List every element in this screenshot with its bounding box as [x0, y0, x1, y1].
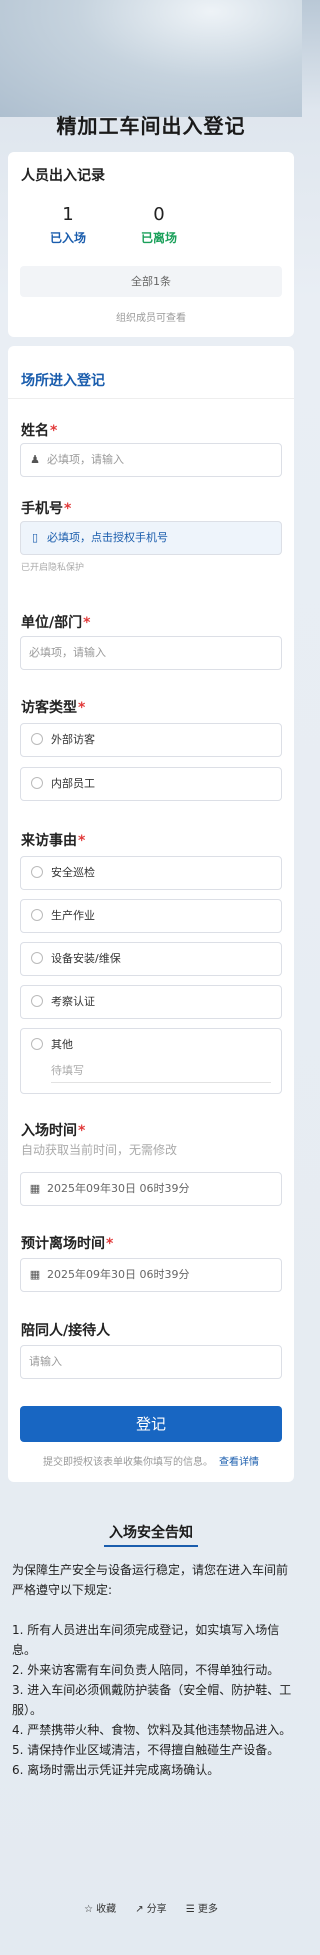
notice-paragraph: 为保障生产安全与设备运行稳定，请您在进入车间前严格遵守以下规定: — [12, 1563, 289, 1597]
visitor-type-option[interactable]: 外部访客 — [20, 723, 282, 757]
entry-time-hint: 自动获取当前时间，无需修改 — [21, 1143, 178, 1157]
radio-icon — [31, 952, 43, 964]
notice-rule: 4. 严禁携带火种、食物、饮料及其他违禁物品进入。 — [12, 1723, 292, 1737]
footer-bar: ☆ 收藏 ↗ 分享 ☰ 更多 — [0, 1895, 302, 1925]
reason-option[interactable]: 安全巡检 — [20, 856, 282, 890]
calendar-icon: ▦ — [29, 1268, 41, 1281]
phone-icon: ▯ — [31, 531, 39, 544]
entry-time-field[interactable]: ▦ 2025年09年30日 06时39分 — [20, 1172, 282, 1206]
left-stat[interactable]: 0 已离场 — [129, 204, 189, 246]
records-title: 人员出入记录 — [21, 168, 105, 184]
star-icon: ☆ — [84, 1904, 94, 1915]
left-label: 已离场 — [140, 231, 177, 245]
favorite-button[interactable]: ☆ 收藏 — [84, 1904, 116, 1915]
reason-option[interactable]: 生产作业 — [20, 899, 282, 933]
dept-placeholder: 必填项，请输入 — [29, 646, 106, 659]
visitor-type-option[interactable]: 内部员工 — [20, 767, 282, 801]
companion-placeholder: 请输入 — [29, 1355, 62, 1368]
page-title: 精加工车间出入登记 — [56, 114, 246, 138]
phone-label: 手机号* — [21, 501, 72, 517]
radio-icon — [31, 995, 43, 1007]
notice-title: 入场安全告知 — [109, 1525, 193, 1541]
notice-rule: 6. 离场时需出示凭证并完成离场确认。 — [12, 1763, 220, 1777]
entry-time-label: 入场时间* — [21, 1123, 86, 1139]
records-card: 人员出入记录 1 已入场 0 已离场 全部1条 组织成员可查看 — [8, 152, 294, 337]
entry-form-card: 场所进入登记 姓名* ♟ 必填项，请输入 手机号* ▯ 必填项，点击授权手机号 已开… — [8, 346, 294, 1482]
required-mark: * — [50, 423, 58, 439]
phone-auth-input[interactable]: ▯ 必填项，点击授权手机号 — [20, 521, 282, 555]
exit-time-value: 2025年09年30日 06时39分 — [47, 1268, 190, 1281]
reason-option-other[interactable]: 其他 待填写 — [20, 1028, 282, 1094]
name-input[interactable]: ♟ 必填项，请输入 — [20, 443, 282, 477]
name-label: 姓名* — [21, 423, 58, 439]
dept-input[interactable]: 必填项，请输入 — [20, 636, 282, 670]
all-records-button[interactable]: 全部1条 — [20, 266, 282, 297]
notice-body: 为保障生产安全与设备运行稳定，请您在进入车间前严格遵守以下规定: 1. 所有人员… — [12, 1560, 292, 1780]
radio-icon — [31, 1038, 43, 1050]
header-banner — [0, 0, 302, 117]
exit-time-label: 预计离场时间* — [21, 1236, 114, 1252]
entry-time-value: 2025年09年30日 06时39分 — [47, 1182, 190, 1195]
form-section-title: 场所进入登记 — [21, 373, 105, 389]
visitor-type-label: 访客类型* — [21, 700, 86, 716]
required-mark: * — [106, 1236, 114, 1252]
visibility-note: 组织成员可查看 — [116, 313, 186, 324]
menu-icon: ☰ — [185, 1904, 195, 1915]
reason-option[interactable]: 考察认证 — [20, 985, 282, 1019]
radio-icon — [31, 909, 43, 921]
reason-label: 来访事由* — [21, 833, 86, 849]
share-button[interactable]: ↗ 分享 — [135, 1904, 166, 1915]
dept-label: 单位/部门* — [21, 615, 91, 631]
calendar-icon: ▦ — [29, 1182, 41, 1195]
radio-icon — [31, 777, 43, 789]
required-mark: * — [78, 700, 86, 716]
left-count: 0 — [153, 204, 165, 225]
required-mark: * — [83, 615, 91, 631]
entered-count: 1 — [62, 204, 74, 225]
more-button[interactable]: ☰ 更多 — [186, 1904, 218, 1915]
name-placeholder: 必填项，请输入 — [47, 453, 124, 466]
submit-button[interactable]: 登记 — [20, 1406, 282, 1442]
phone-placeholder: 必填项，点击授权手机号 — [47, 531, 168, 544]
person-icon: ♟ — [30, 453, 40, 466]
notice-rule: 3. 进入车间必须佩戴防护装备（安全帽、防护鞋、工服）。 — [12, 1683, 292, 1717]
reason-option[interactable]: 设备安装/维保 — [20, 942, 282, 976]
entered-label: 已入场 — [49, 231, 86, 245]
companion-label: 陪同人/接待人 — [21, 1323, 111, 1339]
section-divider — [8, 398, 294, 399]
notice-blank — [12, 1600, 292, 1620]
notice-rule: 1. 所有人员进出车间须完成登记，如实填写入场信息。 — [12, 1623, 280, 1657]
companion-input[interactable]: 请输入 — [20, 1345, 282, 1379]
notice-rule: 5. 请保持作业区域清洁，不得擅自触碰生产设备。 — [12, 1743, 280, 1757]
exit-time-field[interactable]: ▦ 2025年09年30日 06时39分 — [20, 1258, 282, 1292]
view-details-link[interactable]: 查看详情 — [219, 1457, 259, 1468]
notice-title-underline — [104, 1545, 198, 1547]
entered-stat[interactable]: 1 已入场 — [38, 204, 98, 246]
privacy-hint: 已开启隐私保护 — [21, 563, 85, 573]
radio-icon — [31, 866, 43, 878]
other-reason-input[interactable]: 待填写 — [51, 1059, 271, 1083]
notice-rule: 2. 外来访客需有车间负责人陪同，不得单独行动。 — [12, 1663, 280, 1677]
required-mark: * — [64, 501, 72, 517]
required-mark: * — [78, 1123, 86, 1139]
radio-icon — [31, 733, 43, 745]
share-icon: ↗ — [135, 1904, 144, 1915]
agreement-note: 提交即授权该表单收集你填写的信息。 查看详情 — [43, 1457, 259, 1468]
required-mark: * — [78, 833, 86, 849]
